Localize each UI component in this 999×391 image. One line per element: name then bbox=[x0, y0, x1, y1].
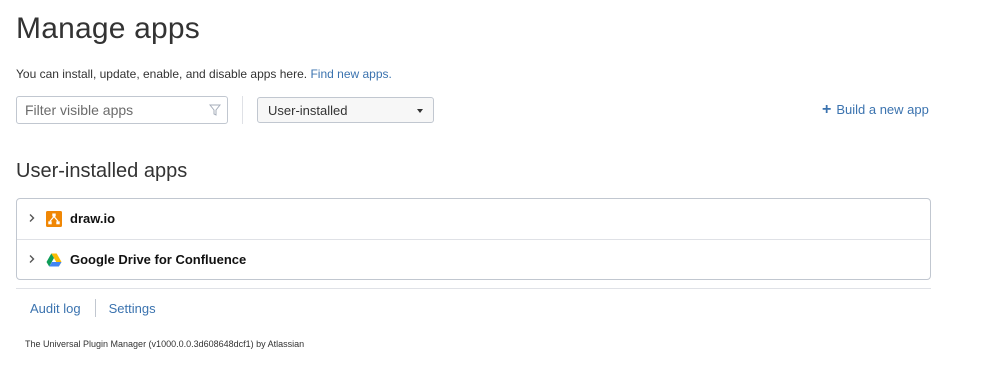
footer-links: Audit log Settings bbox=[30, 299, 156, 317]
funnel-icon bbox=[209, 104, 221, 116]
section-title: User-installed apps bbox=[16, 160, 188, 182]
intro-text: You can install, update, enable, and dis… bbox=[16, 67, 392, 81]
drawio-logo-icon bbox=[46, 211, 62, 227]
filter-box[interactable] bbox=[16, 96, 228, 124]
chevron-right-icon[interactable] bbox=[28, 213, 36, 223]
page-title: Manage apps bbox=[16, 12, 201, 45]
intro-description: You can install, update, enable, and dis… bbox=[16, 67, 308, 81]
filter-visible-apps-input[interactable] bbox=[17, 97, 197, 123]
chevron-right-icon[interactable] bbox=[28, 254, 36, 264]
app-name[interactable]: Google Drive for Confluence bbox=[70, 252, 246, 267]
settings-link[interactable]: Settings bbox=[109, 301, 156, 316]
app-row-google-drive[interactable]: Google Drive for Confluence bbox=[17, 239, 930, 279]
plus-icon: + bbox=[822, 101, 832, 118]
find-new-apps-link[interactable]: Find new apps. bbox=[310, 67, 391, 81]
build-new-app-label: Build a new app bbox=[836, 102, 929, 117]
app-row-drawio[interactable]: draw.io bbox=[17, 199, 930, 239]
caret-down-icon bbox=[417, 109, 423, 113]
view-filter-selected: User-installed bbox=[268, 103, 348, 118]
toolbar-divider bbox=[242, 96, 243, 124]
build-new-app-link[interactable]: + Build a new app bbox=[822, 101, 929, 118]
audit-log-link[interactable]: Audit log bbox=[30, 301, 81, 316]
app-list: draw.io Google Drive for Confluence bbox=[16, 198, 931, 280]
footer-divider bbox=[16, 288, 931, 289]
view-filter-dropdown[interactable]: User-installed bbox=[257, 97, 434, 123]
copyright-text: The Universal Plugin Manager (v1000.0.0.… bbox=[25, 339, 305, 349]
footer-link-separator bbox=[94, 299, 96, 317]
app-name[interactable]: draw.io bbox=[70, 211, 115, 226]
google-drive-logo-icon bbox=[46, 253, 62, 267]
